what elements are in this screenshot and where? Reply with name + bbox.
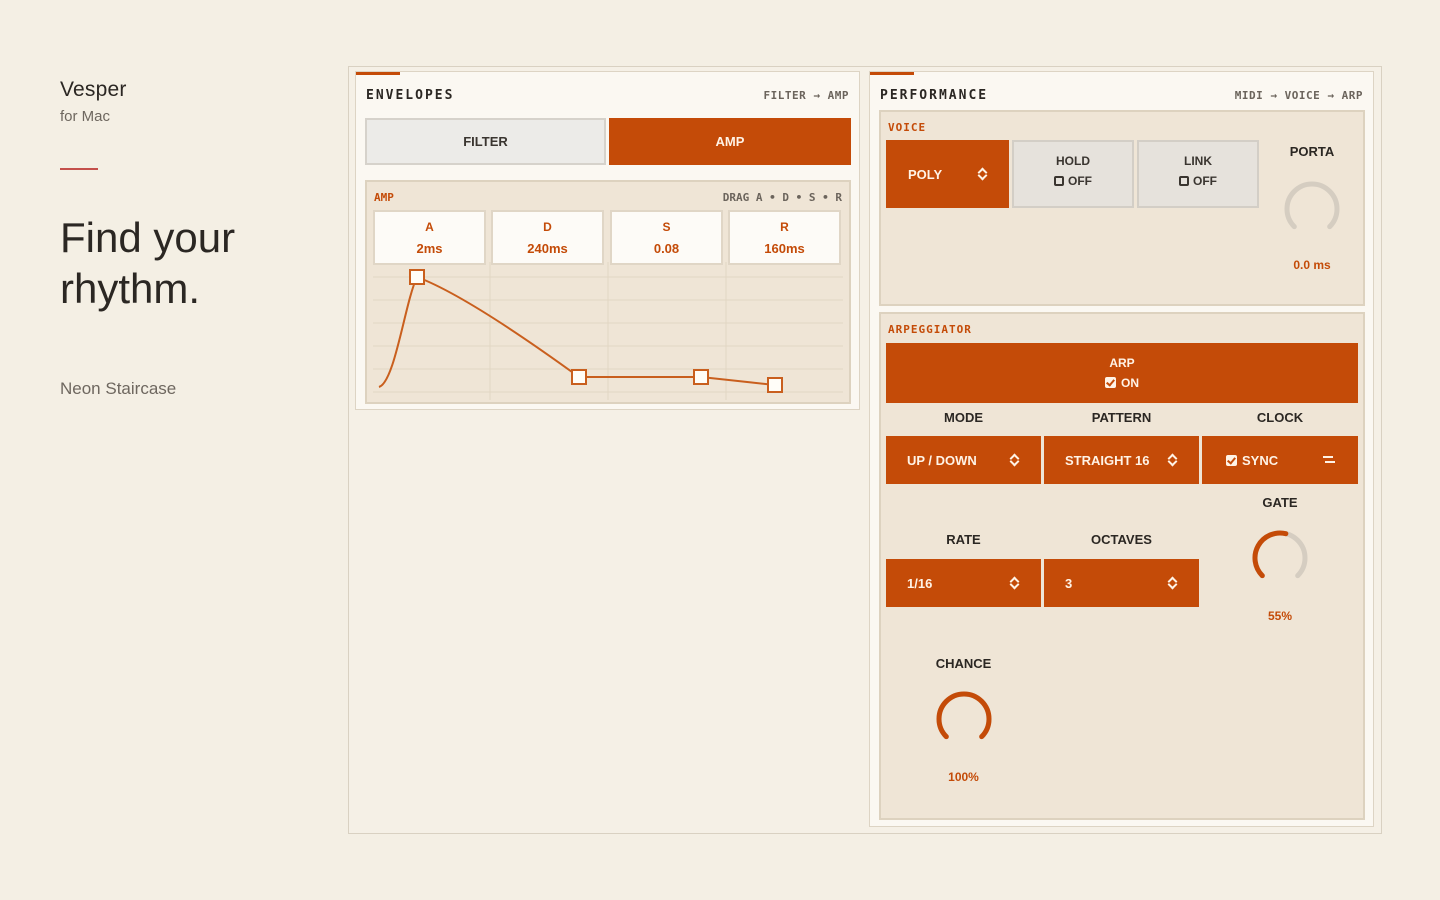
decay-value: 240ms — [527, 241, 568, 256]
porta-value: 0.0 ms — [1293, 258, 1331, 272]
decay-key: D — [543, 220, 552, 234]
release-param[interactable]: R 160ms — [728, 210, 841, 265]
attack-value: 2ms — [416, 241, 443, 256]
envelopes-route: FILTER → AMP — [763, 89, 849, 102]
arp-toggle-state: ON — [1121, 376, 1139, 390]
mode-select[interactable]: UP / DOWN — [886, 436, 1041, 484]
envelope-editor-label: AMP — [374, 191, 394, 204]
envelope-editor: AMP DRAG A • D • S • R A 2ms D 240ms S 0… — [365, 180, 851, 404]
hold-label: HOLD — [1056, 154, 1090, 168]
rate-label: RATE — [946, 532, 981, 547]
voice-mode-value: POLY — [908, 166, 943, 182]
link-toggle[interactable]: LINK OFF — [1137, 140, 1259, 208]
sustain-value: 0.08 — [653, 241, 680, 256]
chevron-updown-icon — [977, 167, 987, 181]
hold-state: OFF — [1068, 174, 1092, 188]
brand-name: Vesper — [60, 78, 127, 101]
pattern-label: PATTERN — [1091, 410, 1152, 425]
gate-value: 55% — [1267, 609, 1293, 623]
release-handle — [767, 377, 783, 393]
checkbox-checked-icon — [1105, 377, 1116, 388]
tab-amp[interactable]: AMP — [609, 118, 851, 165]
checkbox-icon — [1179, 176, 1189, 186]
rate-select[interactable]: 1/16 — [886, 559, 1041, 607]
porta-label: PORTA — [1289, 144, 1335, 159]
app-window: ENVELOPES FILTER → AMP FILTER AMP AMP DR… — [348, 66, 1382, 834]
knob-value-arc — [1252, 530, 1289, 579]
envelopes-title: ENVELOPES — [366, 88, 455, 103]
brand-platform: for Mac — [60, 108, 111, 125]
envelope-editor-hint: DRAG A • D • S • R — [722, 191, 842, 204]
swap-icon — [1322, 454, 1336, 466]
decay-param[interactable]: D 240ms — [491, 210, 604, 265]
rate-value: 1/16 — [907, 575, 933, 591]
clock-select[interactable]: SYNC — [1202, 436, 1358, 484]
mode-value: UP / DOWN — [907, 452, 977, 468]
release-value: 160ms — [764, 241, 805, 256]
gate-knob[interactable] — [1250, 528, 1310, 588]
chance-knob[interactable] — [934, 689, 994, 749]
chance-value: 100% — [948, 770, 979, 784]
arp-toggle-label: ARP — [1109, 356, 1135, 370]
chevron-updown-icon — [1009, 453, 1019, 467]
brand-divider — [60, 168, 98, 170]
panel-accent — [870, 72, 914, 75]
tab-filter[interactable]: FILTER — [365, 118, 606, 165]
arp-toggle[interactable]: ARP ON — [886, 343, 1358, 403]
chance-label: CHANCE — [935, 656, 992, 671]
voice-mode-select[interactable]: POLY — [886, 140, 1009, 208]
attack-key: A — [425, 220, 434, 234]
link-label: LINK — [1184, 154, 1212, 168]
mode-label: MODE — [944, 410, 983, 425]
decay-handle — [571, 369, 587, 385]
link-state: OFF — [1193, 174, 1217, 188]
brand: Vesper for Mac — [60, 78, 127, 125]
gate-label: GATE — [1262, 495, 1298, 510]
chevron-updown-icon — [1009, 576, 1019, 590]
sustain-handle — [693, 369, 709, 385]
pattern-select[interactable]: STRAIGHT 16 — [1044, 436, 1199, 484]
headline-line-1: Find your — [60, 214, 236, 261]
sustain-key: S — [662, 220, 671, 234]
release-key: R — [780, 220, 789, 234]
envelopes-panel: ENVELOPES FILTER → AMP FILTER AMP AMP DR… — [355, 71, 860, 410]
octaves-value: 3 — [1065, 575, 1073, 591]
preset-name: Neon Staircase — [60, 379, 177, 398]
clock-label: CLOCK — [1256, 410, 1304, 425]
panel-accent — [356, 72, 400, 75]
hold-toggle[interactable]: HOLD OFF — [1012, 140, 1134, 208]
voice-label: VOICE — [888, 121, 927, 134]
octaves-label: OCTAVES — [1091, 532, 1152, 547]
attack-param[interactable]: A 2ms — [373, 210, 486, 265]
arpeggiator-label: ARPEGGIATOR — [888, 323, 972, 336]
chevron-updown-icon — [1167, 453, 1177, 467]
attack-handle — [409, 269, 425, 285]
headline: Find your rhythm. — [60, 212, 330, 314]
voice-section: VOICE POLY HOLD OFF LINK OFF PORTA 0.0 m… — [879, 110, 1365, 306]
knob-value-arc — [936, 691, 992, 740]
performance-route: MIDI → VOICE → ARP — [1234, 89, 1363, 102]
porta-knob[interactable] — [1282, 179, 1342, 239]
headline-line-2: rhythm. — [60, 265, 201, 312]
arpeggiator-section: ARPEGGIATOR ARP ON MODE PATTERN CLOCK UP… — [879, 312, 1365, 820]
checkbox-checked-icon — [1226, 454, 1237, 466]
sustain-param[interactable]: S 0.08 — [610, 210, 723, 265]
performance-panel: PERFORMANCE MIDI → VOICE → ARP VOICE POL… — [869, 71, 1374, 827]
performance-title: PERFORMANCE — [880, 88, 989, 103]
pattern-value: STRAIGHT 16 — [1065, 452, 1150, 468]
octaves-select[interactable]: 3 — [1044, 559, 1199, 607]
checkbox-icon — [1054, 176, 1064, 186]
clock-value: SYNC — [1242, 452, 1279, 468]
chevron-updown-icon — [1167, 576, 1177, 590]
knob-track — [1284, 181, 1340, 230]
